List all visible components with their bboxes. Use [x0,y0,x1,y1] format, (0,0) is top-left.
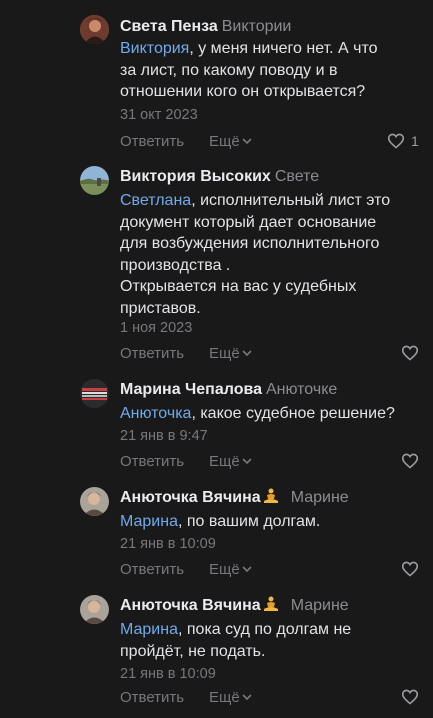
author-name[interactable]: Анюточка Вячина [120,597,261,614]
comment-header: Анюточка Вячина Марине [120,596,349,616]
reply-to-name[interactable]: Марине [291,489,349,506]
comment-text-line: для возбуждения исполнительного [120,235,380,253]
comment-text-line: производства . [120,256,231,274]
avatar[interactable] [80,15,109,44]
reply-button[interactable]: Ответить [120,345,184,362]
comment-item: Света Пенза Виктории Виктория, у меня нич… [0,0,433,160]
more-button[interactable]: Ещё [209,561,252,579]
comment-text-line: , какое судебное решение? [191,405,395,422]
chevron-down-icon [242,350,252,357]
meditation-emoji-icon [263,488,278,503]
reply-to-name[interactable]: Анюточке [266,381,337,398]
like-button[interactable]: 1 [387,133,419,151]
mention-link[interactable]: Виктория [120,40,189,57]
comment-date: 21 янв в 10:09 [120,666,216,682]
avatar-image [80,487,109,516]
comment-actions: Ответить Ещё [120,133,252,151]
more-button[interactable]: Ещё [209,689,252,707]
comment-text-line: приставов. [120,299,201,317]
comment-text: Светлана, исполнительный лист это докуме… [120,190,425,320]
chevron-down-icon [242,566,252,573]
like-button[interactable] [401,345,419,363]
comment-text-line: отношении кого он открывается? [120,83,366,101]
more-label: Ещё [209,345,240,362]
comment-text-line: , пока суд по долгам не [177,621,352,638]
more-label: Ещё [209,453,240,470]
avatar[interactable] [80,166,109,195]
comment-header: Марина Чепалова Анюточке [120,380,337,400]
comment-text: Марина, пока суд по долгам не пройдёт, н… [120,619,425,662]
comment-actions: Ответить Ещё [120,561,252,579]
avatar-image [80,15,109,44]
reply-to-name[interactable]: Виктории [222,18,292,35]
comment-header: Виктория Высоких Свете [120,167,319,187]
reply-button[interactable]: Ответить [120,453,184,470]
mention-link[interactable]: Марина [120,513,178,530]
comment-date: 31 окт 2023 [120,107,198,123]
heart-icon [387,133,405,149]
author-name[interactable]: Света Пенза [120,18,218,35]
mention-link[interactable]: Светлана [120,192,191,209]
reply-button[interactable]: Ответить [120,133,184,150]
reply-to-name[interactable]: Свете [275,168,319,185]
comment-text-line: за лист, по какому поводу и в [120,61,338,79]
author-name[interactable]: Виктория Высоких [120,168,271,185]
avatar[interactable] [80,595,109,624]
comment-text-line: , исполнительный лист это [191,192,391,209]
avatar-image [80,595,109,624]
comment-actions: Ответить Ещё [120,345,252,363]
author-name[interactable]: Анюточка Вячина [120,489,261,506]
more-button[interactable]: Ещё [209,345,252,363]
comment-actions: Ответить Ещё [120,689,252,707]
heart-icon [401,453,419,469]
comment-text: Марина, по вашим долгам. [120,511,425,533]
comment-header: Анюточка Вячина Марине [120,488,349,508]
meditation-emoji-icon [263,596,278,611]
reply-to-name[interactable]: Марине [291,597,349,614]
more-label: Ещё [209,689,240,706]
chevron-down-icon [242,458,252,465]
mention-link[interactable]: Марина [120,621,178,638]
reply-button[interactable]: Ответить [120,689,184,706]
comment-actions: Ответить Ещё [120,453,252,471]
comment-item: Анюточка Вячина Марине Марина, пока суд п… [0,588,433,718]
heart-icon [401,561,419,577]
avatar[interactable] [80,379,109,408]
like-button[interactable] [401,453,419,471]
chevron-down-icon [242,694,252,701]
comment-date: 21 янв в 9:47 [120,428,208,444]
mention-link[interactable]: Анюточка [120,405,191,422]
comment-text-line: , по вашим долгам. [177,513,321,530]
like-button[interactable] [401,561,419,579]
more-label: Ещё [209,133,240,150]
author-name[interactable]: Марина Чепалова [120,381,262,398]
comment-text: Анюточка, какое судебное решение? [120,403,425,425]
more-button[interactable]: Ещё [209,453,252,471]
comment-item: Виктория Высоких Свете Светлана, исполнит… [0,160,433,372]
comment-item: Марина Чепалова Анюточке Анюточка, какое … [0,372,433,480]
comment-text-line: пройдёт, не подать. [120,642,266,660]
comment-text-line: документ который дает основание [120,213,377,231]
comment-date: 1 ноя 2023 [120,320,193,336]
comment-item: Анюточка Вячина Марине Марина, по вашим д… [0,480,433,588]
chevron-down-icon [242,138,252,145]
like-count: 1 [411,133,419,149]
reply-button[interactable]: Ответить [120,561,184,578]
comment-text-line: Открывается на вас у судебных [120,278,357,296]
comment-text: Виктория, у меня ничего нет. А что за ли… [120,38,425,103]
avatar-image [80,166,109,195]
more-button[interactable]: Ещё [209,133,252,151]
heart-icon [401,345,419,361]
avatar-image [80,379,109,408]
more-label: Ещё [209,561,240,578]
comment-header: Света Пенза Виктории [120,17,291,37]
avatar[interactable] [80,487,109,516]
like-button[interactable] [401,689,419,707]
heart-icon [401,689,419,705]
comment-date: 21 янв в 10:09 [120,536,216,552]
comment-text-line: , у меня ничего нет. А что [189,40,378,57]
